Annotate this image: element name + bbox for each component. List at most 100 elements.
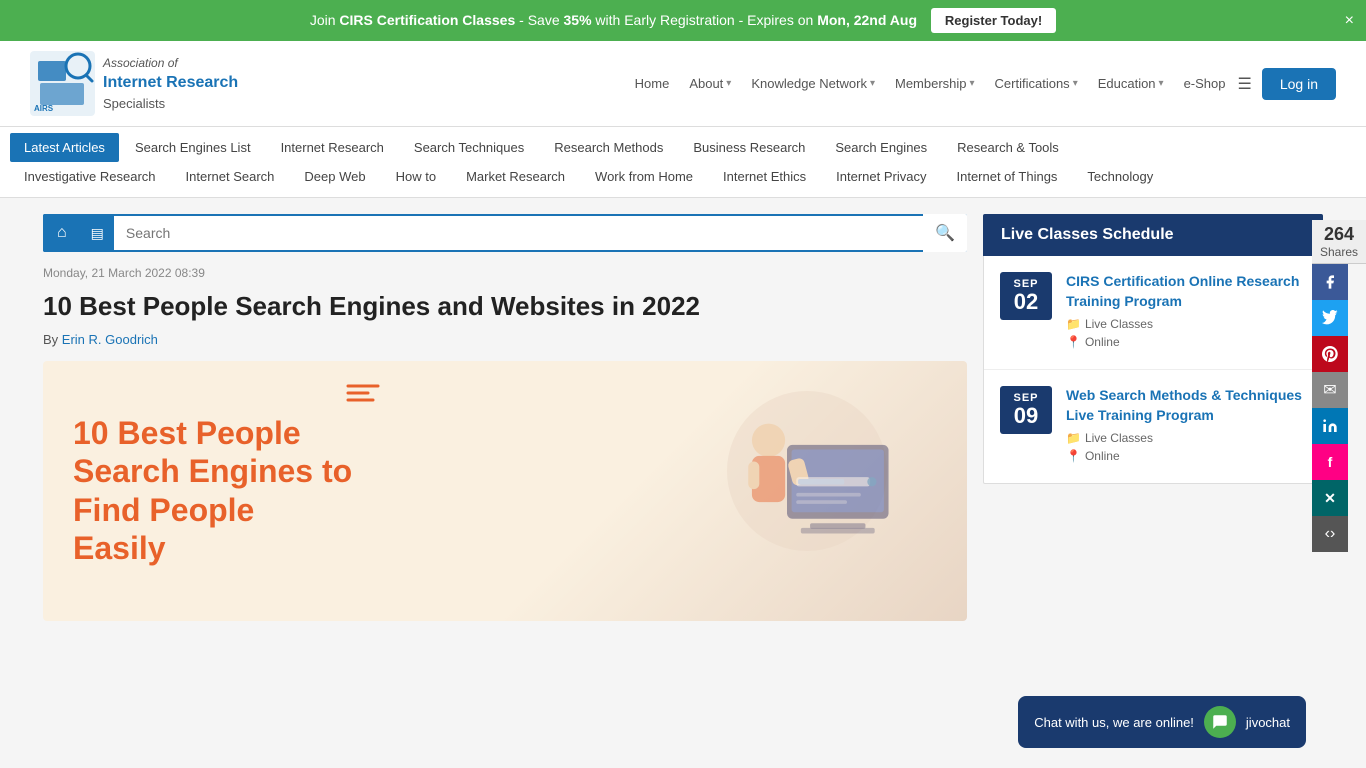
share-linkedin-button[interactable] bbox=[1312, 408, 1348, 444]
close-banner-icon[interactable]: × bbox=[1345, 12, 1354, 30]
article-image-overlay-text: 10 Best People Search Engines to Find Pe… bbox=[73, 414, 353, 568]
chevron-down-icon: ▾ bbox=[970, 78, 975, 89]
share-pinterest-button[interactable] bbox=[1312, 336, 1348, 372]
search-icon: 🔍 bbox=[935, 225, 955, 242]
chat-text: Chat with us, we are online! bbox=[1034, 715, 1194, 730]
chat-widget[interactable]: Chat with us, we are online! jivochat bbox=[1018, 696, 1306, 748]
banner-date: Mon, 22nd Aug bbox=[817, 12, 917, 28]
banner-text-mid: - Save bbox=[519, 12, 563, 28]
article-image: 10 Best People Search Engines to Find Pe… bbox=[43, 361, 967, 621]
chevron-down-icon: ▾ bbox=[870, 78, 875, 89]
hamburger-icon[interactable]: ☰ bbox=[1238, 74, 1252, 94]
category-tabs-row1: Latest Articles Search Engines List Inte… bbox=[10, 127, 1356, 162]
share-more-icon: ‹› bbox=[1325, 525, 1336, 543]
class-date-badge-1: SEP 02 bbox=[1000, 272, 1052, 320]
class-location-label-1: Online bbox=[1085, 335, 1120, 349]
tab-internet-ethics[interactable]: Internet Ethics bbox=[709, 162, 820, 191]
class-category-2: 📁 Live Classes bbox=[1066, 431, 1306, 445]
logo-line2: Internet Research bbox=[103, 74, 238, 91]
tab-deep-web[interactable]: Deep Web bbox=[290, 162, 379, 191]
logo-line1: Association of bbox=[103, 56, 178, 70]
article-date: Monday, 21 March 2022 08:39 bbox=[43, 266, 967, 280]
class-category-label-1: Live Classes bbox=[1085, 317, 1153, 331]
nav-education[interactable]: Education ▾ bbox=[1090, 70, 1172, 97]
login-button[interactable]: Log in bbox=[1262, 68, 1336, 100]
tab-search-engines-list[interactable]: Search Engines List bbox=[121, 133, 265, 162]
nav-certifications[interactable]: Certifications ▾ bbox=[987, 70, 1086, 97]
tab-internet-search[interactable]: Internet Search bbox=[172, 162, 289, 191]
share-more-button[interactable]: ‹› bbox=[1312, 516, 1348, 552]
tab-business-research[interactable]: Business Research bbox=[679, 133, 819, 162]
logo-line3: Specialists bbox=[103, 96, 165, 111]
search-bar: ⌂ ▤ 🔍 bbox=[43, 214, 967, 252]
tab-market-research[interactable]: Market Research bbox=[452, 162, 579, 191]
logo-icon: AIRS bbox=[30, 51, 95, 116]
tab-internet-research[interactable]: Internet Research bbox=[267, 133, 398, 162]
tab-work-from-home[interactable]: Work from Home bbox=[581, 162, 707, 191]
banner-discount: 35% bbox=[564, 12, 592, 28]
chevron-down-icon: ▾ bbox=[726, 78, 731, 89]
nav-knowledge[interactable]: Knowledge Network ▾ bbox=[743, 70, 883, 97]
xing-icon: ✕ bbox=[1324, 490, 1336, 507]
nav-eshop[interactable]: e-Shop bbox=[1176, 70, 1234, 97]
share-xing-button[interactable]: ✕ bbox=[1312, 480, 1348, 516]
main-layout: ⌂ ▤ 🔍 Monday, 21 March 2022 08:39 10 Bes… bbox=[33, 198, 1333, 637]
share-number: 264 bbox=[1320, 224, 1358, 245]
register-button[interactable]: Register Today! bbox=[931, 8, 1056, 33]
location-icon: 📍 bbox=[1066, 335, 1081, 349]
live-classes-header: Live Classes Schedule bbox=[983, 214, 1323, 256]
chat-service-label: jivochat bbox=[1246, 715, 1290, 730]
articles-icon[interactable]: ▤ bbox=[81, 215, 114, 252]
share-facebook-button[interactable] bbox=[1312, 264, 1348, 300]
class-date-badge-2: SEP 09 bbox=[1000, 386, 1052, 434]
logo-text: Association of Internet Research Special… bbox=[103, 54, 238, 113]
tab-latest-articles[interactable]: Latest Articles bbox=[10, 133, 119, 162]
tab-internet-of-things[interactable]: Internet of Things bbox=[942, 162, 1071, 191]
live-classes-body: SEP 02 CIRS Certification Online Researc… bbox=[983, 256, 1323, 484]
chevron-down-icon: ▾ bbox=[1159, 78, 1164, 89]
right-sidebar: Live Classes Schedule SEP 02 CIRS Certif… bbox=[983, 214, 1323, 621]
tab-investigative-research[interactable]: Investigative Research bbox=[10, 162, 170, 191]
folder-icon: 📁 bbox=[1066, 317, 1081, 331]
share-sidebar: 264 Shares ✉ f ✕ ‹› bbox=[1312, 220, 1366, 552]
class-day-1: 02 bbox=[1010, 290, 1042, 314]
class-category-label-2: Live Classes bbox=[1085, 431, 1153, 445]
decorative-illustration bbox=[667, 381, 907, 601]
chevron-down-icon: ▾ bbox=[1073, 78, 1078, 89]
category-tabs-wrap: Latest Articles Search Engines List Inte… bbox=[0, 127, 1366, 198]
class-item-1: SEP 02 CIRS Certification Online Researc… bbox=[984, 256, 1322, 370]
email-icon: ✉ bbox=[1323, 380, 1336, 400]
banner-org: CIRS Certification Classes bbox=[339, 12, 515, 28]
flipboard-icon: f bbox=[1328, 454, 1333, 470]
share-email-button[interactable]: ✉ bbox=[1312, 372, 1348, 408]
share-twitter-button[interactable] bbox=[1312, 300, 1348, 336]
tab-how-to[interactable]: How to bbox=[382, 162, 450, 191]
class-info-1: CIRS Certification Online Research Train… bbox=[1066, 272, 1306, 353]
class-location-2: 📍 Online bbox=[1066, 449, 1306, 463]
nav-membership[interactable]: Membership ▾ bbox=[887, 70, 983, 97]
tab-search-techniques[interactable]: Search Techniques bbox=[400, 133, 538, 162]
article-title: 10 Best People Search Engines and Websit… bbox=[43, 290, 967, 324]
tab-research-methods[interactable]: Research Methods bbox=[540, 133, 677, 162]
banner-text-pre: Join bbox=[310, 12, 340, 28]
search-input[interactable] bbox=[114, 216, 923, 250]
class-info-2: Web Search Methods & Techniques Live Tra… bbox=[1066, 386, 1306, 467]
article-author: By Erin R. Goodrich bbox=[43, 332, 967, 347]
class-title-link-2[interactable]: Web Search Methods & Techniques Live Tra… bbox=[1066, 386, 1306, 425]
nav-about[interactable]: About ▾ bbox=[681, 70, 739, 97]
tab-technology[interactable]: Technology bbox=[1073, 162, 1167, 191]
share-flipboard-button[interactable]: f bbox=[1312, 444, 1348, 480]
class-item-2: SEP 09 Web Search Methods & Techniques L… bbox=[984, 370, 1322, 483]
tab-research-tools[interactable]: Research & Tools bbox=[943, 133, 1073, 162]
author-name-link[interactable]: Erin R. Goodrich bbox=[62, 332, 158, 347]
class-location-label-2: Online bbox=[1085, 449, 1120, 463]
tab-internet-privacy[interactable]: Internet Privacy bbox=[822, 162, 940, 191]
nav-home[interactable]: Home bbox=[627, 70, 678, 97]
logo-area: AIRS Association of Internet Research Sp… bbox=[30, 51, 238, 116]
class-title-link-1[interactable]: CIRS Certification Online Research Train… bbox=[1066, 272, 1306, 311]
search-button[interactable]: 🔍 bbox=[923, 214, 967, 252]
header: AIRS Association of Internet Research Sp… bbox=[0, 41, 1366, 127]
share-label: Shares bbox=[1320, 245, 1358, 259]
home-icon[interactable]: ⌂ bbox=[43, 214, 81, 252]
tab-search-engines[interactable]: Search Engines bbox=[821, 133, 941, 162]
